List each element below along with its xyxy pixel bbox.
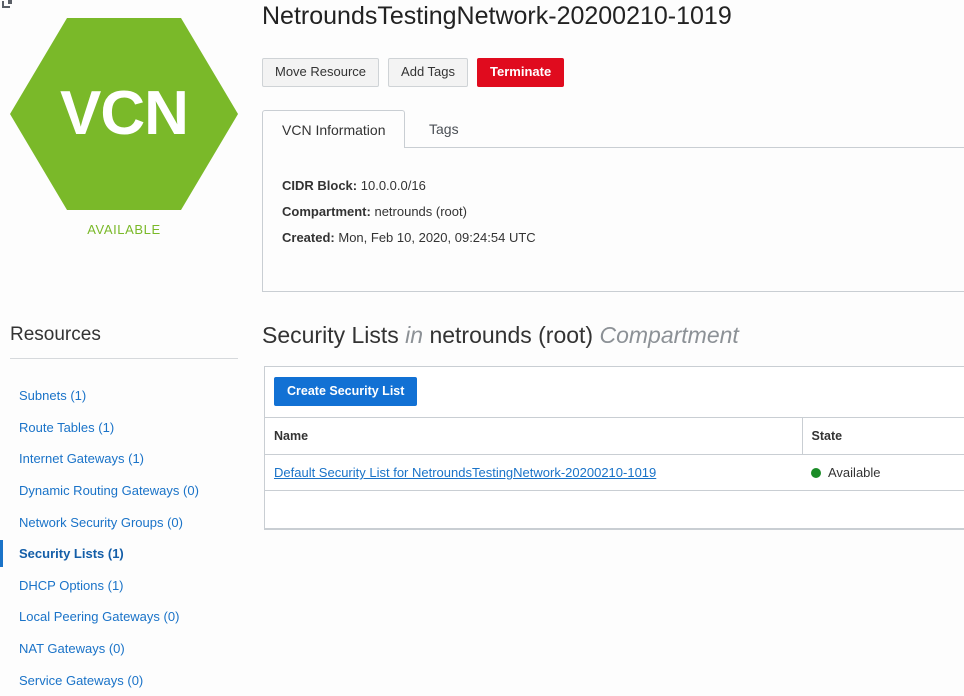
vcn-hexagon-label: VCN	[60, 79, 189, 148]
tab-strip: VCN Information Tags	[262, 110, 964, 149]
info-label: Created:	[282, 230, 335, 245]
move-resource-button[interactable]: Move Resource	[262, 58, 380, 88]
section-heading: Security Lists in netrounds (root) Compa…	[262, 322, 739, 349]
tab-tags[interactable]: Tags	[410, 110, 478, 148]
cell-state: Available	[802, 454, 964, 491]
sidebar-item-security-lists[interactable]: Security Lists (1)	[0, 538, 248, 570]
tab-vcn-information[interactable]: VCN Information	[262, 110, 406, 149]
sidebar-item-label: Internet Gateways (1)	[19, 451, 144, 467]
add-tags-button[interactable]: Add Tags	[388, 58, 469, 88]
left-sidebar: VCN AVAILABLE Resources Subnets (1) Rout…	[0, 0, 248, 696]
cell-name: Default Security List for NetroundsTesti…	[265, 454, 802, 491]
sidebar-item-label: Route Tables (1)	[19, 419, 115, 435]
sidebar-item-label: Security Lists (1)	[19, 546, 124, 562]
section-heading-resource: Security Lists	[262, 322, 399, 348]
info-value: Mon, Feb 10, 2020, 09:24:54 UTC	[338, 230, 536, 245]
sidebar-item-label: DHCP Options (1)	[19, 577, 124, 593]
status-label: Available	[828, 465, 881, 480]
table-header-row: Name State	[265, 417, 964, 455]
sidebar-item-label: Local Peering Gateways (0)	[19, 609, 180, 625]
info-row-cidr-block: CIDR Block: 10.0.0.0/16	[282, 178, 426, 193]
status-dot-icon	[811, 467, 821, 478]
resource-state-badge: AVAILABLE	[87, 222, 161, 237]
table-body: Default Security List for NetroundsTesti…	[265, 454, 964, 529]
sidebar-item-label: Network Security Groups (0)	[19, 514, 183, 530]
sidebar-item-label: Service Gateways (0)	[19, 672, 144, 688]
resources-heading: Resources	[10, 324, 101, 345]
info-label: CIDR Block:	[282, 178, 358, 193]
info-value: 10.0.0.0/16	[360, 178, 426, 193]
info-label: Compartment:	[282, 204, 371, 219]
sidebar-item-label: Subnets (1)	[19, 388, 87, 404]
info-row-created: Created: Mon, Feb 10, 2020, 09:24:54 UTC	[282, 230, 536, 245]
action-bar: Move Resource Add Tags Terminate	[262, 58, 565, 88]
column-header-state[interactable]: State	[801, 417, 964, 455]
vcn-information-panel: CIDR Block: 10.0.0.0/16 Compartment: net…	[262, 148, 964, 292]
sidebar-item-subnets[interactable]: Subnets (1)	[0, 380, 248, 412]
cell-empty	[265, 490, 802, 529]
security-lists-table: Name State Default Security List for Net…	[265, 417, 964, 529]
column-header-name[interactable]: Name	[265, 417, 802, 455]
vcn-details-page: VCN AVAILABLE Resources Subnets (1) Rout…	[0, 0, 964, 696]
cell-empty	[802, 490, 964, 529]
table-toolbar: Create Security List	[265, 367, 964, 417]
resources-list: Subnets (1) Route Tables (1) Internet Ga…	[0, 380, 248, 696]
tab-label: VCN Information	[282, 121, 386, 138]
sidebar-item-network-security-groups[interactable]: Network Security Groups (0)	[0, 506, 248, 538]
status-badge: Available	[811, 465, 956, 480]
main-content: NetroundsTestingNetwork-20200210-1019 Mo…	[262, 0, 964, 696]
tab-label: Tags	[429, 121, 459, 137]
table-head: Name State	[265, 417, 964, 455]
section-heading-compartment-name: netrounds (root)	[429, 322, 594, 348]
create-security-list-button[interactable]: Create Security List	[274, 377, 418, 406]
sidebar-item-internet-gateways[interactable]: Internet Gateways (1)	[0, 443, 248, 475]
section-heading-compartment-word: Compartment	[599, 322, 739, 348]
info-row-compartment: Compartment: netrounds (root)	[282, 204, 467, 219]
table-row: Default Security List for NetroundsTesti…	[265, 454, 964, 491]
page-title: NetroundsTestingNetwork-20200210-1019	[262, 2, 732, 30]
resources-divider	[10, 358, 238, 359]
resource-badge: VCN	[10, 14, 238, 214]
sidebar-item-label: Dynamic Routing Gateways (0)	[19, 483, 199, 499]
sidebar-item-local-peering-gateways[interactable]: Local Peering Gateways (0)	[0, 601, 248, 633]
sidebar-item-label: NAT Gateways (0)	[19, 641, 125, 657]
section-heading-in: in	[405, 322, 424, 348]
security-list-link[interactable]: Default Security List for NetroundsTesti…	[274, 465, 656, 480]
terminate-button[interactable]: Terminate	[477, 58, 565, 88]
sidebar-item-service-gateways[interactable]: Service Gateways (0)	[0, 664, 248, 696]
sidebar-item-nat-gateways[interactable]: NAT Gateways (0)	[0, 633, 248, 665]
sidebar-item-dhcp-options[interactable]: DHCP Options (1)	[0, 570, 248, 602]
info-value: netrounds (root)	[374, 204, 467, 219]
sidebar-item-dynamic-routing-gateways[interactable]: Dynamic Routing Gateways (0)	[0, 475, 248, 507]
sidebar-item-route-tables[interactable]: Route Tables (1)	[0, 412, 248, 444]
vcn-hexagon-icon: VCN	[10, 18, 238, 210]
table-footer-row	[265, 490, 964, 529]
security-lists-table-card: Create Security List Name State Default …	[264, 366, 964, 530]
